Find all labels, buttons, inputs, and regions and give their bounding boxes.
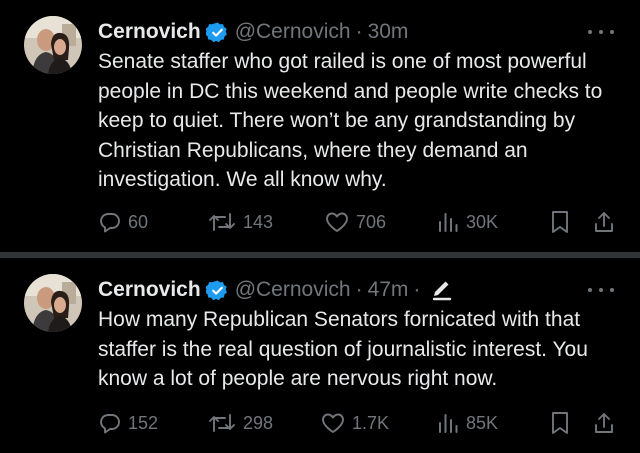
repost-icon	[207, 411, 237, 435]
views-count: 85K	[466, 412, 499, 433]
tweet-text: Senate staffer who got railed is one of …	[98, 50, 603, 191]
action-bar: 60 143 706 30K	[0, 207, 640, 237]
separator-dot: ·	[355, 278, 363, 301]
bookmark-button[interactable]	[549, 207, 571, 237]
like-count: 1.7K	[352, 412, 390, 433]
tweet[interactable]: Cernovich @Cernovich · 30m Senate staffe…	[0, 0, 640, 252]
like-count: 706	[356, 211, 387, 232]
reply-button[interactable]: 152	[98, 408, 158, 438]
avatar[interactable]	[24, 274, 82, 332]
more-icon[interactable]	[588, 282, 614, 298]
reply-count: 60	[128, 211, 149, 232]
action-bar: 152 298 1.7K 85K	[0, 408, 640, 438]
views-icon	[436, 411, 460, 435]
more-icon[interactable]	[588, 24, 614, 40]
reply-count: 152	[128, 412, 159, 433]
like-button[interactable]: 706	[324, 207, 386, 237]
bookmark-icon	[549, 209, 571, 235]
verified-badge-icon	[204, 21, 229, 44]
views-count: 30K	[466, 211, 499, 232]
bookmark-icon	[549, 410, 571, 436]
edited-pencil-icon[interactable]	[431, 279, 453, 301]
share-icon	[592, 209, 616, 235]
tweet-header: Cernovich @Cernovich · 30m	[98, 18, 408, 46]
tweet-header: Cernovich @Cernovich · 47m ·	[98, 276, 453, 304]
share-button[interactable]	[592, 207, 616, 237]
repost-button[interactable]: 298	[207, 408, 273, 438]
views-button[interactable]: 30K	[436, 207, 498, 237]
repost-button[interactable]: 143	[207, 207, 273, 237]
author-name[interactable]: Cernovich	[98, 20, 201, 44]
separator-dot: ·	[355, 20, 363, 43]
verified-badge-icon	[204, 279, 229, 302]
author-name[interactable]: Cernovich	[98, 278, 201, 302]
share-icon	[592, 410, 616, 436]
bookmark-button[interactable]	[549, 408, 571, 438]
share-button[interactable]	[592, 408, 616, 438]
separator-dot: ·	[413, 278, 421, 301]
views-button[interactable]: 85K	[436, 408, 498, 438]
author-handle[interactable]: @Cernovich	[235, 20, 351, 44]
like-icon	[324, 210, 350, 234]
repost-count: 298	[243, 412, 274, 433]
author-handle[interactable]: @Cernovich	[235, 278, 351, 302]
avatar[interactable]	[24, 16, 82, 74]
reply-button[interactable]: 60	[98, 207, 148, 237]
repost-icon	[207, 210, 237, 234]
like-button[interactable]: 1.7K	[320, 408, 389, 438]
tweet-text: How many Republican Senators fornicated …	[98, 308, 588, 390]
like-icon	[320, 411, 346, 435]
views-icon	[436, 210, 460, 234]
timestamp[interactable]: 47m	[368, 278, 409, 302]
reply-icon	[98, 210, 122, 234]
reply-icon	[98, 411, 122, 435]
repost-count: 143	[243, 211, 274, 232]
timestamp[interactable]: 30m	[368, 20, 409, 44]
